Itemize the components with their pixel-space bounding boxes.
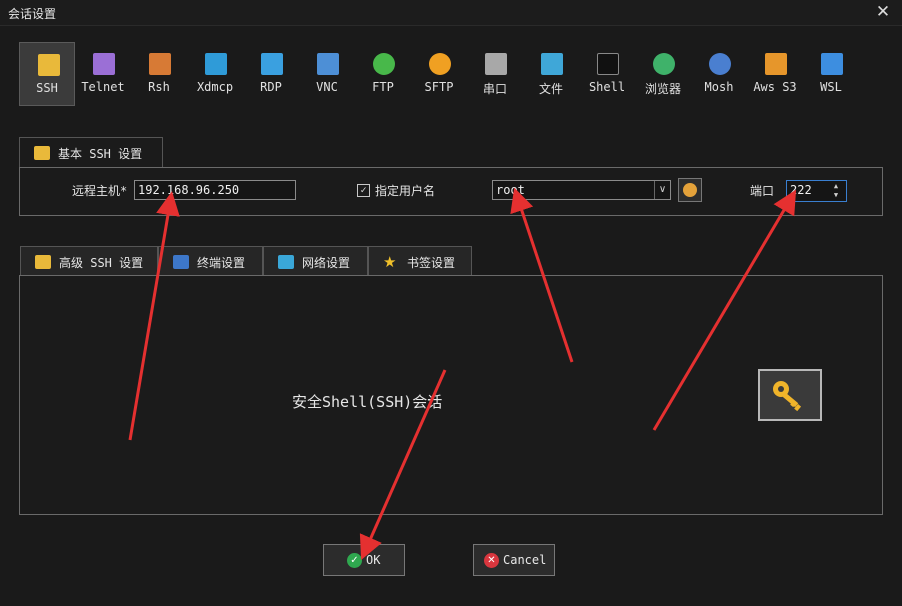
session-type-file[interactable]: 文件 xyxy=(523,42,579,106)
specify-username-checkbox[interactable]: ✓ xyxy=(357,184,370,197)
file-icon xyxy=(541,53,563,75)
session-type-label: SSH xyxy=(36,81,58,95)
session-type-vnc[interactable]: VNC xyxy=(299,42,355,106)
session-type-toolbar: SSH Telnet Rsh Xdmcp RDP VNC FTP SFTP 串口… xyxy=(18,42,868,106)
session-type-wsl[interactable]: WSL xyxy=(803,42,859,106)
session-type-rsh[interactable]: Rsh xyxy=(131,42,187,106)
session-type-label: WSL xyxy=(820,80,842,94)
star-icon: ★ xyxy=(383,253,397,271)
ftp-icon xyxy=(373,53,395,75)
session-type-label: Mosh xyxy=(704,80,734,94)
tab-advanced-ssh-settings[interactable]: 高级 SSH 设置 xyxy=(20,246,158,276)
tab-bookmark-settings[interactable]: ★ 书签设置 xyxy=(368,246,472,276)
session-type-serial[interactable]: 串口 xyxy=(467,42,523,106)
mosh-icon xyxy=(709,53,731,75)
session-type-label: Xdmcp xyxy=(196,80,234,94)
wrench-icon xyxy=(35,255,51,269)
specify-username-label: 指定用户名 xyxy=(375,184,436,198)
session-type-aws-s3[interactable]: Aws S3 xyxy=(747,42,803,106)
session-type-label: RDP xyxy=(260,80,282,94)
terminal-icon xyxy=(173,255,189,269)
network-icon xyxy=(278,255,294,269)
username-value: root xyxy=(496,183,525,197)
session-type-label: FTP xyxy=(372,80,394,94)
advanced-settings-panel xyxy=(19,275,883,515)
session-type-label: VNC xyxy=(316,80,338,94)
rsh-icon xyxy=(149,53,171,75)
vnc-icon xyxy=(317,53,339,75)
spin-down-icon[interactable]: ▼ xyxy=(829,191,843,199)
telnet-icon xyxy=(93,53,115,75)
session-type-label: 浏览器 xyxy=(644,82,681,96)
ok-label: OK xyxy=(366,553,381,567)
session-type-label: Telnet xyxy=(81,80,125,94)
rdp-icon xyxy=(261,53,283,75)
tab-label: 网络设置 xyxy=(302,256,351,270)
session-description: 安全Shell(SSH)会话 xyxy=(292,393,443,411)
tab-basic-ssh-settings[interactable]: 基本 SSH 设置 xyxy=(19,137,163,168)
spin-up-icon[interactable]: ▲ xyxy=(829,182,843,190)
key-icon xyxy=(773,381,802,412)
user-manager-button[interactable] xyxy=(678,178,702,202)
tab-network-settings[interactable]: 网络设置 xyxy=(263,246,368,276)
wrench-icon xyxy=(34,146,50,160)
aws-s3-icon xyxy=(765,53,787,75)
port-value: 222 xyxy=(790,183,812,197)
tab-label: 书签设置 xyxy=(407,256,456,270)
remote-host-input[interactable]: 192.168.96.250 xyxy=(134,180,296,200)
session-type-browser[interactable]: 浏览器 xyxy=(635,42,691,106)
chevron-down-icon[interactable]: ∨ xyxy=(654,181,670,199)
session-type-rdp[interactable]: RDP xyxy=(243,42,299,106)
window-title: 会话设置 xyxy=(8,7,57,21)
browser-icon xyxy=(653,53,675,75)
cancel-label: Cancel xyxy=(503,553,547,567)
session-type-label: 串口 xyxy=(482,82,507,96)
title-bar: 会话设置 ✕ xyxy=(0,0,902,26)
tab-terminal-settings[interactable]: 终端设置 xyxy=(158,246,263,276)
shell-icon xyxy=(597,53,619,75)
session-type-label: 文件 xyxy=(538,82,563,96)
cancel-icon: ✕ xyxy=(484,553,499,568)
session-type-sftp[interactable]: SFTP xyxy=(411,42,467,106)
session-type-label: Shell xyxy=(588,80,626,94)
serial-icon xyxy=(485,53,507,75)
session-type-ssh[interactable]: SSH xyxy=(19,42,75,106)
tab-label: 高级 SSH 设置 xyxy=(59,256,144,270)
session-type-xdmcp[interactable]: Xdmcp xyxy=(187,42,243,106)
check-icon: ✓ xyxy=(347,553,362,568)
session-type-label: SFTP xyxy=(424,80,454,94)
close-icon[interactable]: ✕ xyxy=(874,3,892,21)
xdmcp-icon xyxy=(205,53,227,75)
ok-button[interactable]: ✓ OK xyxy=(323,544,405,576)
session-type-label: Rsh xyxy=(148,80,170,94)
session-type-label: Aws S3 xyxy=(753,80,797,94)
wsl-icon xyxy=(821,53,843,75)
session-type-mosh[interactable]: Mosh xyxy=(691,42,747,106)
user-icon xyxy=(683,183,697,197)
remote-host-label: 远程主机* xyxy=(72,184,128,198)
ssh-key-icon xyxy=(38,54,60,76)
sftp-icon xyxy=(429,53,451,75)
cancel-button[interactable]: ✕ Cancel xyxy=(473,544,555,576)
tab-label: 终端设置 xyxy=(197,256,246,270)
session-type-telnet[interactable]: Telnet xyxy=(75,42,131,106)
session-type-ftp[interactable]: FTP xyxy=(355,42,411,106)
username-select[interactable]: root xyxy=(492,180,671,200)
tab-label: 基本 SSH 设置 xyxy=(58,147,143,161)
key-badge xyxy=(758,369,822,421)
session-type-shell[interactable]: Shell xyxy=(579,42,635,106)
port-label: 端口 xyxy=(750,184,775,198)
